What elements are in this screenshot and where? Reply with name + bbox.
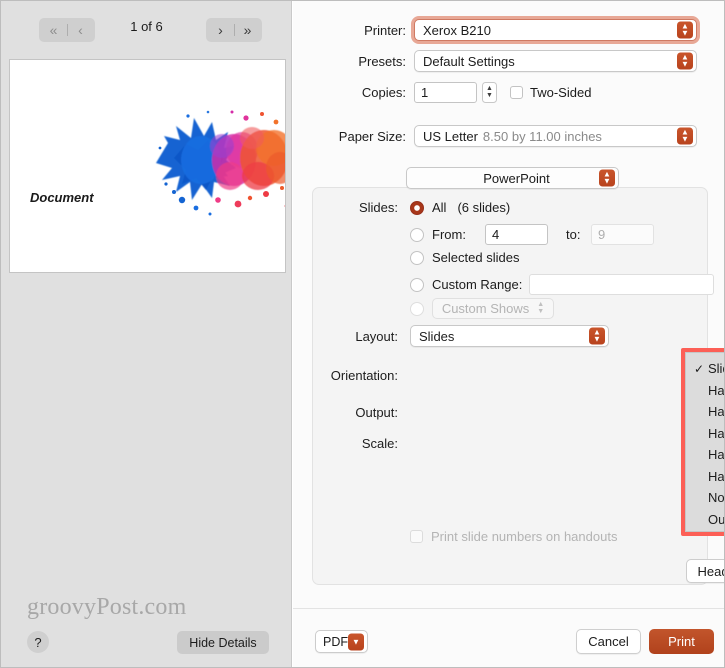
stepper-down-icon: ▼ [486, 91, 493, 99]
custom-range-label: Custom Range: [432, 277, 523, 292]
pdf-button[interactable]: PDF ▼ [315, 630, 368, 653]
print-button[interactable]: Print [649, 629, 714, 654]
footer-divider [293, 608, 724, 609]
printer-select[interactable]: Xerox B210 ▲ ▼ [414, 19, 697, 41]
chevron-updown-icon: ▲ ▼ [677, 52, 693, 70]
orientation-row: Orientation: [293, 368, 724, 383]
presets-row: Presets: Default Settings ▲ ▼ [293, 50, 724, 72]
printer-row: Printer: Xerox B210 ▲ ▼ [293, 19, 724, 41]
paper-size-value: US Letter [423, 128, 478, 144]
radio-custom-range[interactable] [410, 277, 424, 292]
slide-preview[interactable]: Document [9, 59, 286, 273]
paper-size-label: Paper Size: [338, 128, 406, 144]
pane-chooser-value: PowerPoint [483, 170, 550, 186]
printer-value: Xerox B210 [423, 22, 491, 38]
pane-chooser-select[interactable]: PowerPoint ▲ ▼ [406, 167, 619, 189]
help-button[interactable]: ? [27, 631, 49, 653]
custom-range-row: Custom Range: [293, 274, 724, 295]
layout-select[interactable]: Slides ▲ ▼ [410, 325, 609, 347]
selected-slides-row: Selected slides [293, 250, 724, 265]
chevron-updown-icon: ▲ ▼ [599, 169, 615, 187]
from-input[interactable]: 4 [485, 224, 548, 245]
chevron-updown-icon: ▲ ▼ [537, 301, 545, 315]
print-slide-numbers-label: Print slide numbers on handouts [431, 529, 618, 544]
copies-stepper[interactable]: ▲ ▼ [482, 82, 497, 103]
settings-pane: Printer: Xerox B210 ▲ ▼ Presets: Default … [293, 1, 724, 667]
two-sided-checkbox[interactable] [510, 86, 523, 99]
paper-size-detail: 8.50 by 11.00 inches [482, 128, 602, 144]
paper-size-row: Paper Size: US Letter 8.50 by 11.00 inch… [293, 125, 724, 147]
orientation-label: Orientation: [330, 368, 398, 383]
print-slide-numbers-row: Print slide numbers on handouts [293, 529, 724, 544]
watermark-text: groovyPost.com [27, 594, 187, 620]
print-slide-numbers-checkbox [410, 530, 423, 543]
output-label: Output: [355, 405, 398, 420]
pane-chooser-wrap: PowerPoint ▲ ▼ [406, 167, 619, 189]
preview-pane: « ‹ 1 of 6 › » Document groovyPost.com ?… [1, 1, 292, 667]
all-slides-label: All [432, 200, 447, 215]
print-dialog-window: « ‹ 1 of 6 › » Document groovyPost.com ?… [0, 0, 725, 668]
presets-select[interactable]: Default Settings ▲ ▼ [414, 50, 697, 72]
pdf-label: PDF [323, 634, 348, 649]
chevron-down-icon: ▼ [348, 633, 364, 650]
to-label: to: [566, 227, 581, 242]
output-row: Output: [293, 405, 724, 420]
slides-all-row: Slides: All (6 slides) [293, 200, 724, 215]
cancel-button[interactable]: Cancel [576, 629, 641, 654]
slide-title-text: Document [30, 190, 94, 205]
last-page-icon[interactable]: » [235, 19, 261, 41]
copies-label: Copies: [361, 85, 406, 100]
layout-row: Layout: Slides ▲ ▼ [293, 325, 724, 347]
custom-shows-select: Custom Shows ▲ ▼ [432, 298, 554, 319]
custom-range-input[interactable] [529, 274, 714, 295]
custom-shows-label: Custom Shows [441, 301, 530, 316]
hide-details-button[interactable]: Hide Details [177, 631, 269, 654]
selected-slides-label: Selected slides [432, 250, 520, 265]
radio-all-slides[interactable] [410, 200, 424, 215]
next-page-group[interactable]: › » [206, 18, 262, 42]
chevron-updown-icon: ▲ ▼ [589, 327, 605, 345]
presets-value: Default Settings [423, 53, 515, 69]
two-sided-label: Two-Sided [530, 85, 592, 100]
printer-label: Printer: [364, 22, 406, 38]
header-footer-button[interactable]: Header/Footer... [686, 559, 724, 583]
layout-label: Layout: [355, 328, 398, 344]
chevron-updown-icon: ▲ ▼ [677, 21, 693, 39]
radio-selected-slides[interactable] [410, 250, 424, 265]
slides-count-label: (6 slides) [457, 200, 511, 215]
radio-custom-shows [410, 301, 424, 316]
layout-value: Slides [419, 328, 455, 344]
paint-splash-graphic [146, 88, 285, 238]
copies-input[interactable]: 1 [414, 82, 477, 103]
custom-shows-row: Custom Shows ▲ ▼ [293, 298, 724, 319]
scale-row: Scale: [293, 436, 724, 451]
radio-from-range[interactable] [410, 227, 424, 242]
slides-from-row: From: 4 to: 9 [293, 224, 724, 245]
chevron-updown-icon: ▲ ▼ [677, 127, 693, 145]
menu-highlight-annotation [681, 348, 724, 536]
page-navigation-bar: « ‹ 1 of 6 › » [1, 1, 292, 57]
from-label: From: [432, 227, 466, 242]
to-input[interactable]: 9 [591, 224, 654, 245]
powerpoint-options-group [312, 187, 708, 585]
paper-size-select[interactable]: US Letter 8.50 by 11.00 inches ▲ ▼ [414, 125, 697, 147]
presets-label: Presets: [358, 53, 406, 69]
next-page-icon[interactable]: › [208, 19, 234, 41]
slides-label: Slides: [358, 200, 398, 215]
copies-row: Copies: 1 ▲ ▼ Two-Sided [293, 82, 724, 103]
scale-label: Scale: [361, 436, 398, 451]
